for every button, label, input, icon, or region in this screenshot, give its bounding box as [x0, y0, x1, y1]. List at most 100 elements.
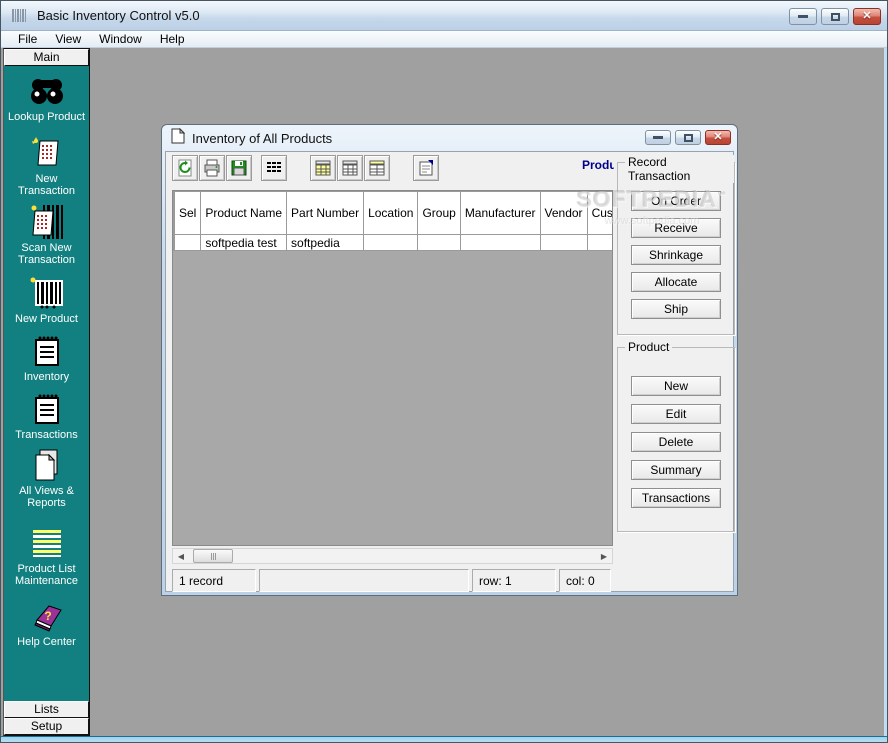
receive-button[interactable]: Receive	[631, 218, 721, 238]
printer-icon	[203, 159, 221, 177]
delete-product-button[interactable]: Delete	[631, 432, 721, 452]
minimize-icon	[653, 136, 663, 139]
cell-manufacturer[interactable]	[460, 235, 540, 251]
sidebar-item-label: Inventory	[22, 371, 71, 383]
column-header-sel[interactable]: Sel	[175, 192, 201, 235]
column-view-button[interactable]	[261, 155, 287, 181]
menu-file[interactable]: File	[9, 31, 46, 47]
column-header-customer[interactable]: Custom	[587, 192, 613, 235]
sidebar-tab-setup[interactable]: Setup	[4, 718, 89, 735]
product-group: Product New Edit Delete Summary Transact…	[617, 347, 735, 532]
app-window: Basic Inventory Control v5.0 ✕ File View…	[0, 0, 888, 743]
sidebar-tab-lists[interactable]: Lists	[4, 701, 89, 718]
sidebar-item-product-list-maintenance[interactable]: Product List Maintenance	[4, 526, 89, 587]
cell-location[interactable]	[364, 235, 418, 251]
window-frame-bottom	[1, 736, 888, 743]
close-icon: ✕	[713, 132, 722, 143]
sidebar-item-all-views-reports[interactable]: All Views & Reports	[4, 448, 89, 509]
main-titlebar[interactable]: Basic Inventory Control v5.0 ✕	[1, 1, 888, 31]
child-statusbar: 1 record row: 1 col: 0	[172, 569, 611, 592]
column-header-group[interactable]: Group	[418, 192, 460, 235]
sidebar-item-label: New Transaction	[4, 173, 89, 197]
sidebar-item-transactions[interactable]: Transactions	[4, 392, 89, 441]
sidebar-item-label: Scan New Transaction	[4, 242, 89, 266]
sidebar-item-new-transaction[interactable]: New Transaction	[4, 136, 89, 197]
scroll-left-arrow[interactable]: ◀	[173, 549, 189, 563]
cell-customer[interactable]	[587, 235, 613, 251]
sidebar: Main Lookup Product New Transaction Scan…	[3, 48, 90, 736]
record-transaction-group: Record Transaction On Order Receive Shri…	[617, 162, 735, 335]
close-button[interactable]: ✕	[853, 8, 881, 25]
column-header-manufacturer[interactable]: Manufacturer	[460, 192, 540, 235]
save-floppy-icon	[230, 159, 248, 177]
menu-help[interactable]: Help	[151, 31, 194, 47]
new-product-button[interactable]: New	[631, 376, 721, 396]
column-header-location[interactable]: Location	[364, 192, 418, 235]
refresh-icon	[176, 159, 194, 177]
sidebar-item-label: All Views & Reports	[4, 485, 89, 509]
inventory-grid-area[interactable]: Sel Product Name Part Number Location Gr…	[172, 190, 613, 546]
child-close-button[interactable]: ✕	[705, 130, 731, 145]
group-title: Record Transaction	[625, 155, 734, 183]
minimize-button[interactable]	[789, 8, 817, 25]
sidebar-item-label: Lookup Product	[6, 111, 87, 123]
cell-group[interactable]	[418, 235, 460, 251]
column-header-product-name[interactable]: Product Name	[201, 192, 287, 235]
sidebar-item-label: New Product	[13, 313, 80, 325]
ship-button[interactable]: Ship	[631, 299, 721, 319]
child-titlebar[interactable]: Inventory of All Products ✕	[162, 125, 737, 151]
child-window-title: Inventory of All Products	[192, 131, 332, 146]
transactions-button[interactable]: Transactions	[631, 488, 721, 508]
product-list-icon	[29, 526, 65, 560]
grid-view-2-button[interactable]	[337, 155, 363, 181]
svg-text:?: ?	[44, 609, 51, 623]
grid-icon	[341, 159, 359, 177]
cell-part-number[interactable]: softpedia	[287, 235, 364, 251]
sidebar-item-inventory[interactable]: Inventory	[4, 334, 89, 383]
sidebar-item-label: Product List Maintenance	[4, 563, 89, 587]
sidebar-item-label: Help Center	[15, 636, 78, 648]
cell-vendor[interactable]	[540, 235, 587, 251]
all-views-reports-icon	[29, 448, 65, 482]
grid-highlight-view-button[interactable]	[310, 155, 336, 181]
scan-new-transaction-icon	[29, 205, 65, 239]
h-scrollbar[interactable]: ◀ ▶	[172, 548, 613, 564]
column-header-vendor[interactable]: Vendor	[540, 192, 587, 235]
menu-view[interactable]: View	[46, 31, 90, 47]
minimize-icon	[798, 15, 808, 18]
summary-button[interactable]: Summary	[631, 460, 721, 480]
sidebar-item-new-product[interactable]: New Product	[4, 276, 89, 325]
allocate-button[interactable]: Allocate	[631, 272, 721, 292]
child-minimize-button[interactable]	[645, 130, 671, 145]
document-icon	[171, 128, 185, 149]
new-product-barcode-icon	[29, 276, 65, 310]
properties-button[interactable]	[413, 155, 439, 181]
sidebar-tab-main[interactable]: Main	[4, 49, 89, 66]
cell-product-name[interactable]: softpedia test	[201, 235, 287, 251]
maximize-button[interactable]	[821, 8, 849, 25]
scroll-right-arrow[interactable]: ▶	[596, 549, 612, 563]
print-button[interactable]	[199, 155, 225, 181]
transactions-notepad-icon	[29, 392, 65, 426]
child-maximize-button[interactable]	[675, 130, 701, 145]
sidebar-item-scan-new-transaction[interactable]: Scan New Transaction	[4, 205, 89, 266]
on-order-button[interactable]: On Order	[631, 191, 721, 211]
menu-window[interactable]: Window	[90, 31, 151, 47]
scrollbar-thumb[interactable]	[193, 549, 233, 563]
grid-highlight-icon	[314, 159, 332, 177]
grid-view-3-button[interactable]	[364, 155, 390, 181]
sidebar-item-lookup-product[interactable]: Lookup Product	[4, 74, 89, 123]
table-header-row: Sel Product Name Part Number Location Gr…	[174, 192, 614, 235]
table-row[interactable]: softpedia test softpedia	[174, 235, 614, 251]
binoculars-icon	[29, 74, 65, 108]
inventory-notepad-icon	[29, 334, 65, 368]
save-button[interactable]	[226, 155, 252, 181]
shrinkage-button[interactable]: Shrinkage	[631, 245, 721, 265]
sidebar-item-help-center[interactable]: ? Help Center	[4, 599, 89, 648]
edit-product-button[interactable]: Edit	[631, 404, 721, 424]
inventory-table: Sel Product Name Part Number Location Gr…	[173, 191, 613, 251]
cell-sel[interactable]	[175, 235, 201, 251]
properties-icon	[417, 159, 435, 177]
refresh-button[interactable]	[172, 155, 198, 181]
column-header-part-number[interactable]: Part Number	[287, 192, 364, 235]
